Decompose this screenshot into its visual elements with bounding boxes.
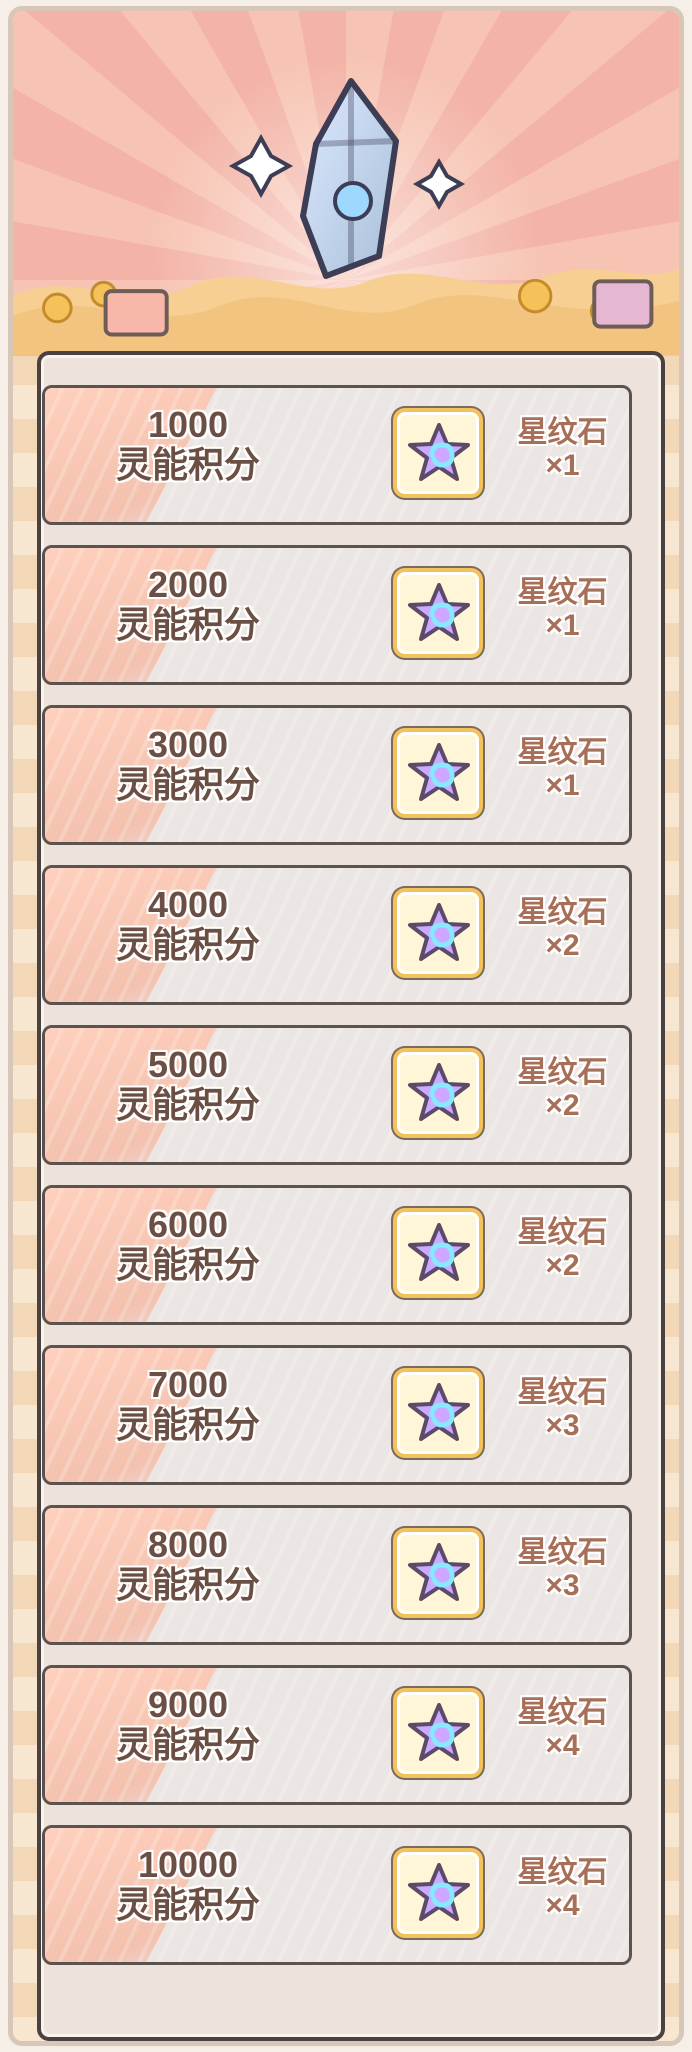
score-requirement: 10000 灵能积分 <box>63 1846 313 1925</box>
reward-banner <box>13 11 679 356</box>
score-value: 1000 <box>147 404 229 445</box>
reward-row: 4000 灵能积分 星纹石 ×2 <box>42 865 632 1005</box>
reward-item-frame <box>393 1208 483 1298</box>
star-stone-icon <box>408 1703 470 1761</box>
star-stone-icon <box>408 1223 470 1281</box>
reward-item-frame <box>393 728 483 818</box>
score-requirement: 6000 灵能积分 <box>63 1206 313 1285</box>
reward-item-frame <box>393 1048 483 1138</box>
reward-list: 1000 灵能积分 星纹石 ×1 2000 灵能积分 星纹石 ×1 3000 灵… <box>42 385 642 1965</box>
reward-item: 星纹石 ×4 <box>500 1696 625 1764</box>
star-stone-icon <box>408 583 470 641</box>
reward-item: 星纹石 ×1 <box>500 416 625 484</box>
reward-item-quantity: ×2 <box>545 1089 580 1122</box>
reward-row: 7000 灵能积分 星纹石 ×3 <box>42 1345 632 1485</box>
reward-item: 星纹石 ×3 <box>500 1536 625 1604</box>
score-unit: 灵能积分 <box>115 923 260 965</box>
score-unit: 灵能积分 <box>115 1883 260 1925</box>
reward-item-name: 星纹石 <box>517 1696 608 1729</box>
score-requirement: 8000 灵能积分 <box>63 1526 313 1605</box>
score-requirement: 3000 灵能积分 <box>63 726 313 805</box>
star-stone-icon <box>408 1543 470 1601</box>
reward-item-quantity: ×4 <box>545 1729 580 1762</box>
score-unit: 灵能积分 <box>115 1723 260 1765</box>
reward-item-quantity: ×2 <box>545 929 580 962</box>
reward-item: 星纹石 ×2 <box>500 1216 625 1284</box>
reward-item-quantity: ×1 <box>545 609 580 642</box>
reward-item-name: 星纹石 <box>517 416 608 449</box>
star-stone-icon <box>408 1383 470 1441</box>
reward-item: 星纹石 ×1 <box>500 576 625 644</box>
score-value: 10000 <box>137 1844 239 1885</box>
score-unit: 灵能积分 <box>115 443 260 485</box>
reward-item: 星纹石 ×1 <box>500 736 625 804</box>
score-unit: 灵能积分 <box>115 1403 260 1445</box>
score-unit: 灵能积分 <box>115 1083 260 1125</box>
reward-item-frame <box>393 888 483 978</box>
score-unit: 灵能积分 <box>115 1243 260 1285</box>
reward-row: 6000 灵能积分 星纹石 ×2 <box>42 1185 632 1325</box>
score-unit: 灵能积分 <box>115 1563 260 1605</box>
reward-item-name: 星纹石 <box>517 1856 608 1889</box>
reward-row: 9000 灵能积分 星纹石 ×4 <box>42 1665 632 1805</box>
star-stone-icon <box>408 1863 470 1921</box>
reward-item-name: 星纹石 <box>517 1376 608 1409</box>
score-unit: 灵能积分 <box>115 763 260 805</box>
crystal-treasure-icon <box>228 78 466 279</box>
score-requirement: 5000 灵能积分 <box>63 1046 313 1125</box>
score-value: 2000 <box>147 564 229 605</box>
score-requirement: 4000 灵能积分 <box>63 886 313 965</box>
reward-item: 星纹石 ×4 <box>500 1856 625 1924</box>
reward-item-quantity: ×3 <box>545 1569 580 1602</box>
score-requirement: 2000 灵能积分 <box>63 566 313 645</box>
reward-item-name: 星纹石 <box>517 896 608 929</box>
reward-item-frame <box>393 1848 483 1938</box>
reward-item-quantity: ×3 <box>545 1409 580 1442</box>
star-stone-icon <box>408 903 470 961</box>
score-requirement: 7000 灵能积分 <box>63 1366 313 1445</box>
reward-item-name: 星纹石 <box>517 736 608 769</box>
reward-item-frame <box>393 408 483 498</box>
score-value: 5000 <box>147 1044 229 1085</box>
score-requirement: 1000 灵能积分 <box>63 406 313 485</box>
reward-item-frame <box>393 568 483 658</box>
reward-item-quantity: ×2 <box>545 1249 580 1282</box>
reward-row: 2000 灵能积分 星纹石 ×1 <box>42 545 632 685</box>
reward-item-frame <box>393 1688 483 1778</box>
star-stone-icon <box>408 423 470 481</box>
score-value: 3000 <box>147 724 229 765</box>
reward-item-quantity: ×1 <box>545 769 580 802</box>
star-stone-icon <box>408 743 470 801</box>
reward-row: 5000 灵能积分 星纹石 ×2 <box>42 1025 632 1165</box>
reward-row: 8000 灵能积分 星纹石 ×3 <box>42 1505 632 1645</box>
reward-item-name: 星纹石 <box>517 1216 608 1249</box>
score-unit: 灵能积分 <box>115 603 260 645</box>
star-stone-icon <box>408 1063 470 1121</box>
score-value: 9000 <box>147 1684 229 1725</box>
score-value: 6000 <box>147 1204 229 1245</box>
reward-row: 3000 灵能积分 星纹石 ×1 <box>42 705 632 845</box>
score-value: 8000 <box>147 1524 229 1565</box>
reward-item: 星纹石 ×2 <box>500 1056 625 1124</box>
score-value: 7000 <box>147 1364 229 1405</box>
reward-row: 1000 灵能积分 星纹石 ×1 <box>42 385 632 525</box>
score-value: 4000 <box>147 884 229 925</box>
reward-item-quantity: ×4 <box>545 1889 580 1922</box>
reward-item-name: 星纹石 <box>517 576 608 609</box>
score-requirement: 9000 灵能积分 <box>63 1686 313 1765</box>
reward-item-frame <box>393 1368 483 1458</box>
reward-row: 10000 灵能积分 星纹石 ×4 <box>42 1825 632 1965</box>
reward-item-name: 星纹石 <box>517 1056 608 1089</box>
reward-item-quantity: ×1 <box>545 449 580 482</box>
reward-item: 星纹石 ×2 <box>500 896 625 964</box>
reward-item: 星纹石 ×3 <box>500 1376 625 1444</box>
reward-item-name: 星纹石 <box>517 1536 608 1569</box>
reward-item-frame <box>393 1528 483 1618</box>
